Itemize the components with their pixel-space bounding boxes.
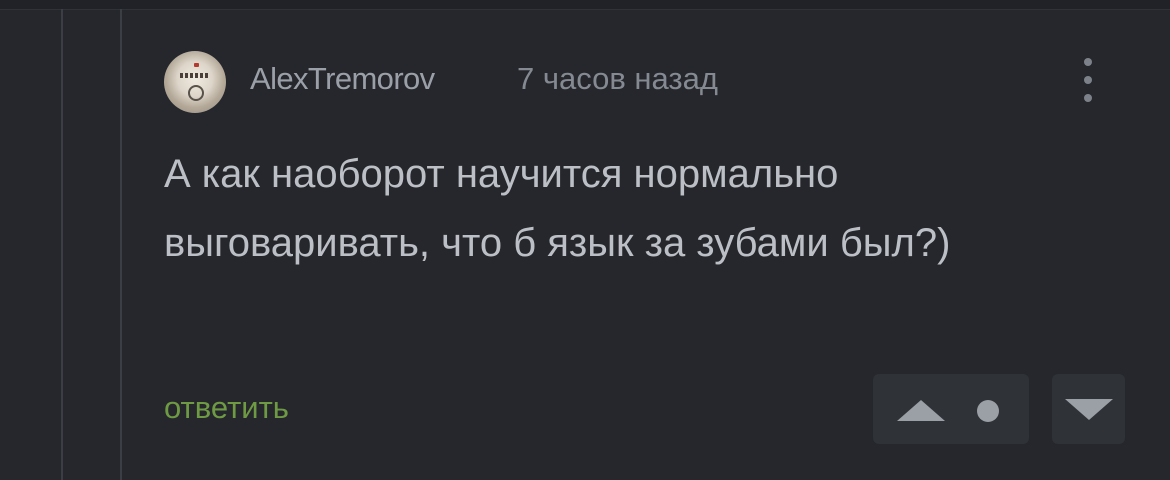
vertical-ellipsis-icon	[1084, 58, 1092, 66]
triangle-down-icon	[1065, 399, 1113, 420]
avatar-detail	[194, 63, 199, 67]
upvote-button[interactable]	[873, 374, 1029, 444]
comment-text: А как наоборот научится нормально выгова…	[164, 152, 951, 265]
comment-header: AlexTremorov 7 часов назад	[164, 48, 1124, 113]
reply-link[interactable]: ответить	[164, 390, 289, 426]
author-name[interactable]: AlexTremorov	[250, 61, 435, 97]
more-options-button[interactable]	[1068, 52, 1108, 108]
vertical-ellipsis-icon	[1084, 76, 1092, 84]
thread-line[interactable]	[120, 9, 122, 480]
dot-icon	[977, 400, 999, 422]
triangle-up-icon	[897, 400, 945, 421]
avatar-detail	[180, 73, 210, 78]
comment-timestamp[interactable]: 7 часов назад	[517, 61, 718, 97]
thread-line[interactable]	[61, 9, 63, 480]
top-divider	[0, 0, 1170, 10]
avatar[interactable]	[164, 51, 226, 113]
downvote-button[interactable]	[1052, 374, 1125, 444]
vertical-ellipsis-icon	[1084, 94, 1092, 102]
avatar-detail	[188, 85, 204, 101]
